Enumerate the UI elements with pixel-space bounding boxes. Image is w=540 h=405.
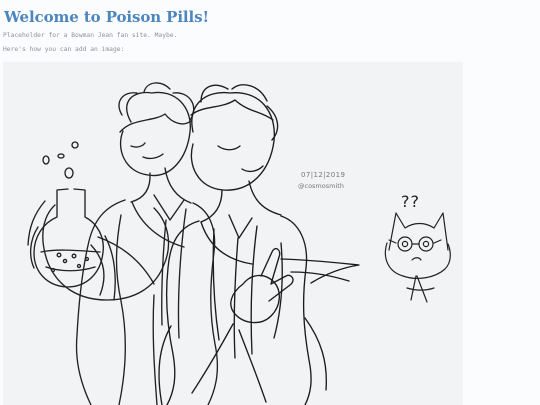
artwork-date: 07|12|2019: [301, 171, 346, 179]
question-marks: ??: [401, 192, 420, 211]
artwork-background: [3, 62, 463, 405]
page: Welcome to Poison Pills! Placeholder for…: [0, 0, 540, 405]
page-title: Welcome to Poison Pills!: [4, 8, 209, 26]
intro-text: Placeholder for a Bowman Jean fan site. …: [3, 32, 178, 39]
artist-handle: @cosmosmith: [298, 182, 344, 190]
line-art-illustration: ??: [3, 62, 463, 405]
howto-text: Here's how you can add an image:: [3, 46, 125, 53]
artwork-image: ?? 07|12|2019 @cosmosmith: [3, 62, 463, 405]
